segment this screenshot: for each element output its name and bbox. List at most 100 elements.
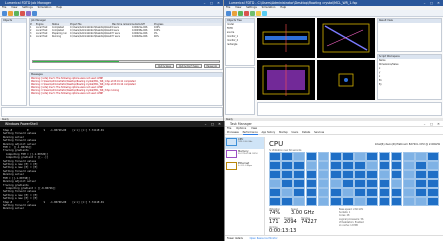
logical-processor-graph: [281, 161, 293, 170]
stat-value: 2094: [284, 219, 297, 225]
logical-processor-graph: [415, 161, 427, 170]
window-title: Task Manager: [230, 122, 252, 126]
open-icon[interactable]: [226, 10, 231, 16]
menu-item-simulation[interactable]: Simulation: [262, 6, 276, 9]
xy-view[interactable]: [257, 18, 315, 58]
run-icon[interactable]: [238, 10, 243, 16]
quit-no-save-button[interactable]: Quit & Don't Save: [175, 64, 202, 68]
logical-processor-graph: [329, 152, 342, 161]
menu-item-view[interactable]: View: [251, 127, 257, 130]
title-bar: Lumerical FDTD Job Manager – □ ✕: [0, 0, 223, 6]
stop-icon[interactable]: [244, 10, 249, 16]
script-prompt-panel[interactable]: [1, 107, 223, 117]
logical-processor-graph: [403, 179, 415, 188]
minimize-icon[interactable]: –: [202, 121, 209, 127]
logical-processor-graph: [317, 197, 330, 206]
minimize-icon[interactable]: –: [421, 0, 428, 6]
logical-processor-graph: [269, 170, 281, 179]
stop-icon[interactable]: [20, 10, 25, 16]
perspective-view[interactable]: [317, 60, 375, 100]
objects-panel: Objects: [1, 18, 27, 106]
menu-item-help[interactable]: Help: [280, 6, 286, 9]
logical-processor-graph: [354, 197, 366, 206]
maximize-icon[interactable]: □: [209, 121, 216, 127]
sidebar-item-memory[interactable]: Memory 30.7/95.8 GB (32%): [225, 149, 264, 161]
logical-processor-graph: [366, 179, 379, 188]
stat-processes: Processes 171: [269, 217, 280, 226]
monitors-icon[interactable]: [262, 10, 267, 16]
minimize-icon[interactable]: –: [421, 121, 428, 127]
sidebar-item-value: S: 0 R: 0 Kbps: [238, 165, 252, 167]
menu-item-options[interactable]: Options: [236, 127, 246, 130]
fewer-details-link[interactable]: Fewer details: [227, 237, 243, 240]
menu-item-file[interactable]: File: [227, 127, 231, 130]
tab-processes[interactable]: Processes: [227, 131, 239, 134]
menu-item-simulation[interactable]: Simulation: [38, 6, 52, 9]
open-icon[interactable]: [2, 10, 7, 16]
layout-icon[interactable]: [26, 10, 31, 16]
tab-bar: Processes Performance App history Startu…: [225, 131, 443, 135]
logical-processor-graph: [329, 197, 342, 206]
tab-performance[interactable]: Performance: [242, 131, 258, 135]
logical-processor-graph: [390, 179, 403, 188]
tab-app-history[interactable]: App history: [261, 131, 275, 134]
logical-processor-graph: [378, 188, 391, 197]
resource-monitor-link[interactable]: Open Resource Monitor: [250, 237, 278, 240]
logical-processor-graph: [427, 197, 439, 206]
terminal-window: Windows PowerShell – □ ✕ Step # E S -1.007…: [0, 121, 224, 241]
xz-view[interactable]: [317, 18, 375, 58]
maximize-icon[interactable]: □: [428, 0, 435, 6]
tab-services[interactable]: Services: [314, 131, 324, 134]
logical-processor-graph: [390, 197, 403, 206]
pause-job-button[interactable]: Pause job: [203, 64, 220, 68]
tab-details[interactable]: Details: [302, 131, 310, 134]
panel-title: Objects: [2, 19, 26, 23]
task-manager-window: Task Manager – □ ✕ File Options View Proce…: [224, 121, 443, 241]
structures-icon[interactable]: [250, 10, 255, 16]
logical-processor-graph: [415, 188, 427, 197]
menu-item-file[interactable]: File: [226, 6, 230, 9]
terminal-output[interactable]: Step # E S -1.0072E+00 [v:c] [i:] 7.7411…: [0, 127, 224, 213]
sources-icon[interactable]: [256, 10, 261, 16]
logical-processor-graph: [354, 188, 366, 197]
tab-users[interactable]: Users: [292, 131, 299, 134]
stat-speed: Speed 3.00 GHz: [291, 208, 314, 217]
zoom-icon[interactable]: [32, 10, 37, 16]
close-icon[interactable]: ✕: [435, 0, 442, 6]
window-title: Lumerical FDTD Job Manager: [5, 1, 52, 5]
close-icon[interactable]: ✕: [215, 0, 222, 6]
sidebar-item-ethernet[interactable]: Ethernet S: 0 R: 0 Kbps: [225, 161, 264, 173]
window-title: Windows PowerShell: [5, 122, 38, 126]
menu-item-view[interactable]: View: [11, 6, 17, 9]
menu-item-settings[interactable]: Settings: [22, 6, 33, 9]
menu-item-file[interactable]: File: [2, 6, 6, 9]
run-icon[interactable]: [14, 10, 19, 16]
tab-startup[interactable]: Startup: [279, 131, 288, 134]
menu-item-view[interactable]: View: [235, 6, 241, 9]
cell: 46%: [154, 35, 159, 39]
job-manager-window: Lumerical FDTD Job Manager – □ ✕ File View…: [0, 0, 224, 121]
toolbar: [0, 10, 223, 17]
job-progress-bar: [32, 60, 220, 63]
menu-item-settings[interactable]: Settings: [246, 6, 257, 9]
tree-item[interactable]: rectangle: [226, 43, 254, 47]
save-icon[interactable]: [8, 10, 13, 16]
minimize-icon[interactable]: –: [201, 0, 208, 6]
structure-plot: [338, 73, 354, 87]
close-icon[interactable]: ✕: [435, 121, 442, 127]
maximize-icon[interactable]: □: [428, 121, 435, 127]
sidebar-item-value: 74% 3.00 GHz: [238, 141, 253, 143]
close-icon[interactable]: ✕: [216, 121, 223, 127]
menu-item-help[interactable]: Help: [56, 6, 62, 9]
sidebar-item-cpu[interactable]: CPU 74% 3.00 GHz: [225, 137, 264, 149]
logical-processor-graph: [342, 170, 354, 179]
logical-processor-graph: [403, 188, 415, 197]
quit-save-button[interactable]: Quit & Save: [154, 64, 174, 68]
logical-processor-graph: [269, 197, 281, 206]
stat-handles: Handles 74227: [301, 217, 317, 226]
table-row[interactable]: 4 Local Host Running C:\Users\Administra…: [30, 35, 222, 38]
maximize-icon[interactable]: □: [208, 0, 215, 6]
logical-processor-graph: [342, 161, 354, 170]
save-icon[interactable]: [232, 10, 237, 16]
yz-view[interactable]: [257, 60, 315, 100]
